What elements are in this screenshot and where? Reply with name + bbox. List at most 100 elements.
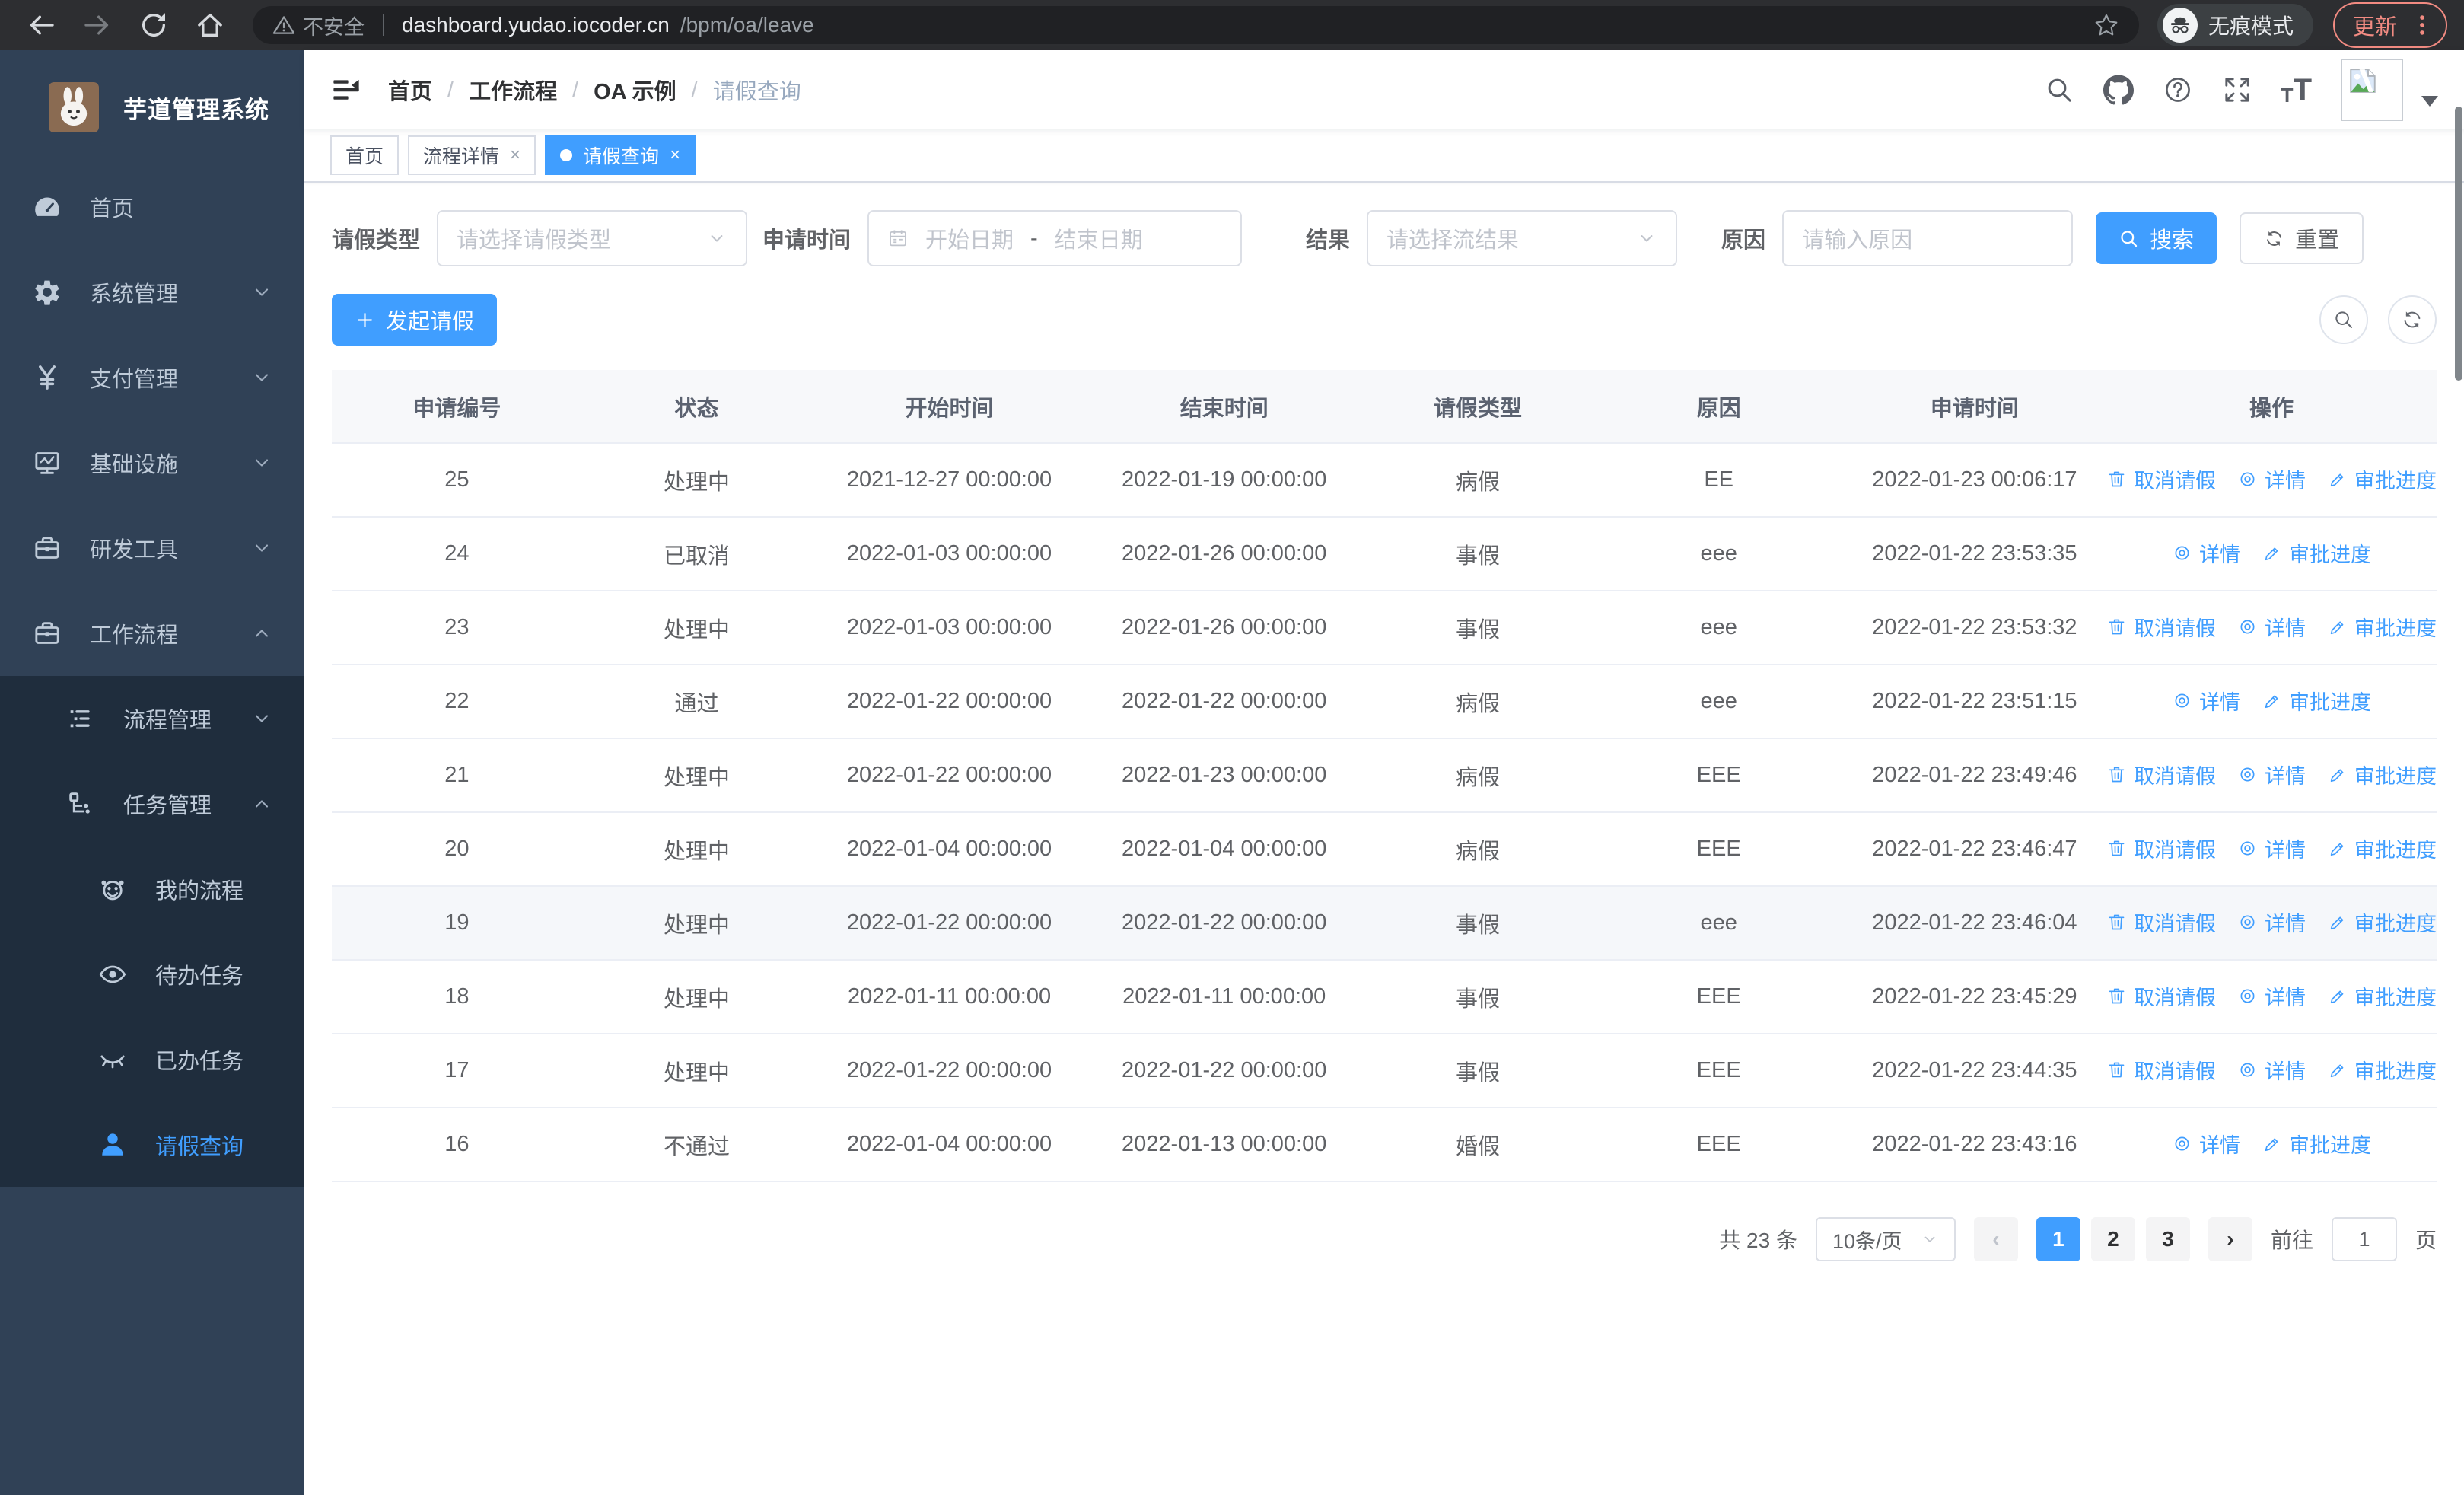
fullscreen-icon[interactable] — [2222, 75, 2252, 105]
breadcrumb-item[interactable]: 工作流程 — [469, 74, 557, 106]
progress-action-link[interactable]: 审批进度 — [2327, 907, 2437, 937]
page-button-3[interactable]: 3 — [2145, 1217, 2190, 1261]
sidebar-item-done-tasks[interactable]: 已办任务 — [0, 1017, 304, 1102]
progress-action-link[interactable]: 审批进度 — [2327, 760, 2437, 789]
avatar[interactable] — [2341, 59, 2403, 121]
cancel-action-link[interactable]: 取消请假 — [2106, 612, 2216, 642]
breadcrumb-item[interactable]: OA 示例 — [594, 74, 676, 106]
table-row[interactable]: 19 处理中 2022-01-22 00:00:00 2022-01-22 00:00… — [332, 886, 2437, 961]
progress-action-link[interactable]: 审批进度 — [2327, 464, 2437, 494]
sidebar-item-workflow[interactable]: 工作流程 — [0, 591, 304, 676]
table-cell: 已取消 — [581, 517, 812, 591]
chevron-down — [251, 452, 272, 473]
forward-icon[interactable] — [82, 10, 113, 40]
progress-action-link[interactable]: 审批进度 — [2262, 686, 2371, 716]
table-row[interactable]: 22 通过 2022-01-22 00:00:00 2022-01-22 00:00:… — [332, 665, 2437, 739]
close-icon[interactable]: × — [670, 145, 680, 166]
cancel-action-link[interactable]: 取消请假 — [2106, 834, 2216, 863]
home-icon[interactable] — [195, 10, 225, 40]
progress-action-link[interactable]: 审批进度 — [2327, 834, 2437, 863]
detail-action-link[interactable]: 详情 — [2237, 1055, 2306, 1085]
reset-button-label: 重置 — [2295, 228, 2340, 253]
goto-page-input[interactable] — [2331, 1217, 2397, 1261]
incognito-label: 无痕模式 — [2208, 14, 2294, 38]
page-button-2[interactable]: 2 — [2090, 1217, 2135, 1261]
back-icon[interactable] — [26, 10, 56, 40]
search-icon[interactable] — [2044, 75, 2074, 105]
reload-icon[interactable] — [138, 10, 169, 40]
cancel-action-link[interactable]: 取消请假 — [2106, 1055, 2216, 1085]
detail-action-link[interactable]: 详情 — [2237, 760, 2306, 789]
help-icon[interactable] — [2163, 75, 2193, 105]
breadcrumb-item[interactable]: 首页 — [388, 74, 432, 106]
sidebar-item-infrastructure[interactable]: 基础设施 — [0, 420, 304, 505]
font-size-icon[interactable]: TT — [2281, 75, 2312, 105]
avatar-dropdown-caret[interactable] — [2421, 96, 2438, 107]
page-size-select[interactable]: 10条/页 — [1815, 1217, 1956, 1261]
github-icon[interactable] — [2103, 75, 2134, 105]
table-row[interactable]: 21 处理中 2022-01-22 00:00:00 2022-01-23 00:00… — [332, 738, 2437, 813]
sidebar-item-home[interactable]: 首页 — [0, 164, 304, 250]
sidebar-collapse-icon[interactable] — [330, 74, 362, 106]
table-row[interactable]: 18 处理中 2022-01-11 00:00:00 2022-01-11 00:00… — [332, 960, 2437, 1034]
browser-update-button[interactable]: 更新 — [2332, 2, 2447, 48]
bookmark-star-icon[interactable] — [2093, 12, 2119, 38]
detail-action-link[interactable]: 详情 — [2237, 981, 2306, 1011]
sidebar-item-dev-tools[interactable]: 研发工具 — [0, 505, 304, 591]
create-leave-button[interactable]: 发起请假 — [332, 294, 498, 346]
progress-action-link[interactable]: 审批进度 — [2262, 1129, 2371, 1159]
reason-input[interactable]: 请输入原因 — [1782, 210, 2074, 266]
refresh-table-button[interactable] — [2388, 295, 2437, 344]
detail-action-link[interactable]: 详情 — [2172, 1129, 2240, 1159]
kebab-menu-icon[interactable] — [2409, 12, 2435, 38]
cancel-action-link[interactable]: 取消请假 — [2106, 907, 2216, 937]
sidebar-item-system-management[interactable]: 系统管理 — [0, 250, 304, 335]
table-row[interactable]: 24 已取消 2022-01-03 00:00:00 2022-01-26 00:00… — [332, 517, 2437, 591]
scrollbar-thumb[interactable] — [2455, 107, 2462, 381]
sidebar-item-todo-tasks[interactable]: 待办任务 — [0, 932, 304, 1017]
sidebar-logo-row[interactable]: 芋道管理系统 — [0, 50, 304, 164]
cancel-action-link[interactable]: 取消请假 — [2106, 464, 2216, 494]
detail-action-link[interactable]: 详情 — [2172, 686, 2240, 716]
target-icon — [2172, 690, 2192, 711]
progress-action-link[interactable]: 审批进度 — [2327, 1055, 2437, 1085]
detail-action-link[interactable]: 详情 — [2237, 834, 2306, 863]
apply-time-range[interactable]: 开始日期 - 结束日期 — [867, 210, 1243, 266]
table-cell: 2022-01-23 00:00:00 — [1087, 738, 1361, 813]
table-row[interactable]: 23 处理中 2022-01-03 00:00:00 2022-01-26 00:00… — [332, 591, 2437, 665]
tab-home[interactable]: 首页 — [330, 135, 400, 175]
sidebar-item-label: 基础设施 — [90, 453, 179, 477]
progress-action-link[interactable]: 审批进度 — [2327, 981, 2437, 1011]
progress-action-link[interactable]: 审批进度 — [2262, 538, 2371, 568]
address-bar[interactable]: 不安全 dashboard.yudao.iocoder.cn/bpm/oa/le… — [253, 6, 2139, 44]
cancel-action-link[interactable]: 取消请假 — [2106, 760, 2216, 789]
table-row[interactable]: 25 处理中 2021-12-27 00:00:00 2022-01-19 00:00… — [332, 443, 2437, 518]
page-button-1[interactable]: 1 — [2036, 1217, 2080, 1261]
search-button[interactable]: 搜索 — [2096, 212, 2217, 264]
reset-button[interactable]: 重置 — [2240, 212, 2364, 264]
close-icon[interactable]: × — [510, 145, 520, 166]
sidebar-item-payment-management[interactable]: 支付管理 — [0, 335, 304, 420]
detail-action-link[interactable]: 详情 — [2237, 464, 2306, 494]
next-page-button[interactable]: › — [2208, 1217, 2252, 1261]
leave-type-select[interactable]: 请选择请假类型 — [437, 210, 748, 266]
cancel-action-link[interactable]: 取消请假 — [2106, 981, 2216, 1011]
prev-page-button[interactable]: ‹ — [1973, 1217, 2018, 1261]
tab-process-detail[interactable]: 流程详情 × — [408, 135, 536, 175]
table-row[interactable]: 16 不通过 2022-01-04 00:00:00 2022-01-13 00:00… — [332, 1108, 2437, 1182]
table-row[interactable]: 17 处理中 2022-01-22 00:00:00 2022-01-22 00:00… — [332, 1034, 2437, 1108]
result-select[interactable]: 请选择流结果 — [1367, 210, 1678, 266]
sidebar-item-leave-query[interactable]: 请假查询 — [0, 1102, 304, 1187]
result-label: 结果 — [1306, 228, 1351, 253]
sidebar-item-process-management[interactable]: 流程管理 — [0, 676, 304, 761]
table-cell: 24 — [332, 517, 582, 591]
detail-action-link[interactable]: 详情 — [2237, 907, 2306, 937]
detail-action-link[interactable]: 详情 — [2237, 612, 2306, 642]
tab-leave-query[interactable]: 请假查询 × — [545, 135, 696, 175]
progress-action-link[interactable]: 审批进度 — [2327, 612, 2437, 642]
toggle-search-button[interactable] — [2319, 295, 2368, 344]
table-row[interactable]: 20 处理中 2022-01-04 00:00:00 2022-01-04 00:00… — [332, 812, 2437, 887]
detail-action-link[interactable]: 详情 — [2172, 538, 2240, 568]
sidebar-item-my-processes[interactable]: 我的流程 — [0, 846, 304, 932]
sidebar-item-task-management[interactable]: 任务管理 — [0, 761, 304, 846]
